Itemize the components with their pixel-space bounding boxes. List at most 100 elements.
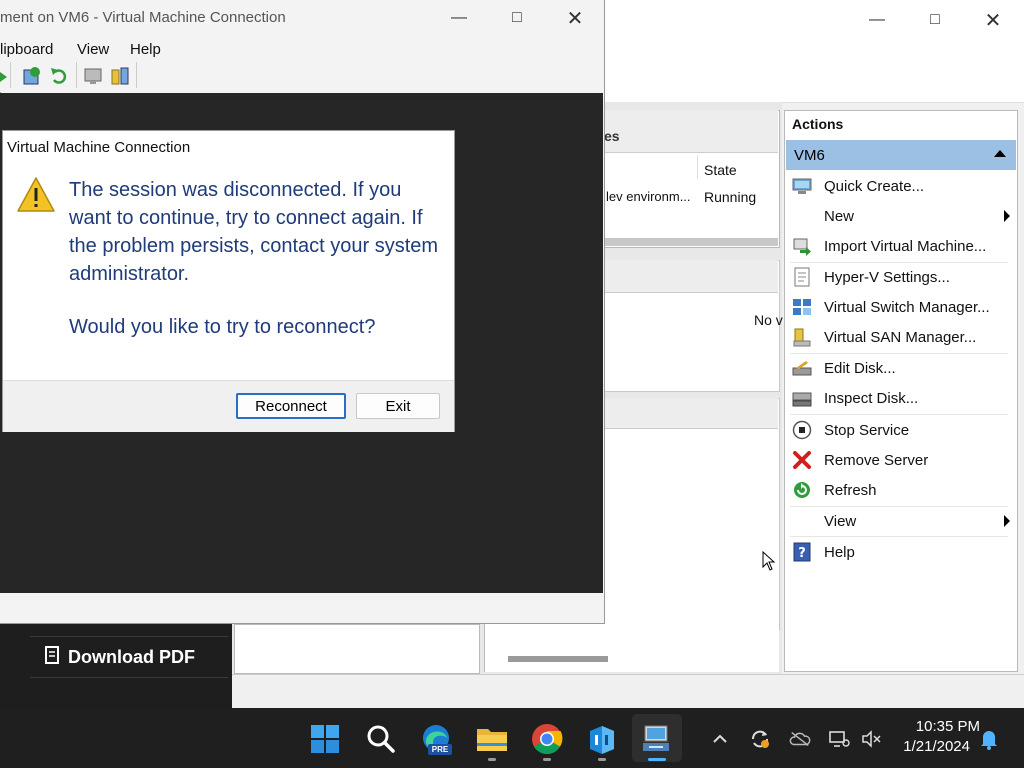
enhanced-session-icon[interactable] (84, 66, 104, 89)
sync-icon[interactable] (749, 728, 771, 750)
action-label: Hyper-V Settings... (824, 268, 950, 286)
blank-icon (792, 206, 812, 226)
share-icon[interactable] (110, 66, 130, 89)
warning-icon (16, 176, 56, 217)
vmc-maximize-button[interactable]: □ (494, 4, 540, 32)
action-label: Refresh (824, 481, 877, 499)
close-button[interactable]: ✕ (970, 6, 1016, 34)
running-indicator (543, 758, 551, 761)
clock-time[interactable]: 10:35 PM (880, 718, 980, 735)
vmc-minimize-button[interactable]: — (436, 4, 482, 32)
actions-title: Actions (792, 116, 844, 132)
separator (790, 536, 1008, 537)
submenu-arrow-icon (1004, 210, 1010, 222)
action-label: Quick Create... (824, 177, 925, 195)
column-divider[interactable] (697, 155, 698, 179)
chrome-icon[interactable] (530, 722, 564, 756)
vm-list-scrollbar[interactable] (604, 238, 778, 246)
action-edit-disk[interactable]: Edit Disk... (788, 354, 1008, 382)
svg-text:?: ? (798, 546, 806, 561)
chevron-up-icon[interactable] (709, 728, 731, 750)
dialog-question: Would you like to try to reconnect? (69, 316, 376, 338)
running-indicator (488, 758, 496, 761)
checkpoint-icon[interactable] (22, 66, 42, 89)
separator (790, 414, 1008, 415)
server-app-icon[interactable] (585, 722, 619, 756)
mouse-cursor-icon (762, 550, 776, 574)
toolbar-separator (76, 62, 77, 88)
menu-help[interactable]: Help (130, 41, 161, 58)
action-quick-create[interactable]: Quick Create... (788, 172, 1008, 200)
action-refresh[interactable]: Refresh (788, 476, 1008, 504)
action-label: View (824, 512, 857, 530)
file-explorer-icon[interactable] (475, 722, 509, 756)
action-inspect-disk[interactable]: Inspect Disk... (788, 384, 1008, 412)
reconnect-button[interactable]: Reconnect (236, 393, 346, 419)
action-label: Virtual Switch Manager... (824, 298, 990, 316)
actions-group-label: VM6 (794, 147, 825, 164)
column-header-state[interactable]: State (704, 162, 737, 178)
vmc-close-button[interactable]: ✕ (552, 4, 598, 32)
start-icon[interactable] (308, 722, 342, 756)
action-import-vm[interactable]: Import Virtual Machine... (788, 232, 1008, 260)
help-icon: ? (792, 542, 812, 562)
checkpoints-empty-text: No v (754, 312, 783, 328)
running-indicator (598, 758, 606, 761)
download-pdf-label: Download PDF (68, 646, 195, 667)
menu-view[interactable]: View (77, 41, 109, 58)
toolbar-separator (10, 62, 11, 88)
onedrive-icon[interactable] (789, 728, 811, 750)
action-remove-server[interactable]: Remove Server (788, 446, 1008, 474)
active-indicator (648, 758, 666, 761)
download-pdf-button[interactable]: Download PDF (30, 636, 228, 678)
switch-icon (792, 297, 812, 317)
action-label: Help (824, 543, 855, 561)
volume-muted-icon[interactable] (860, 728, 882, 750)
vm-list-header (604, 110, 778, 153)
clock-date[interactable]: 1/21/2024 (880, 738, 970, 755)
vm-row-state[interactable]: Running (704, 189, 756, 205)
status-bar (232, 674, 1024, 709)
start-arrow-icon[interactable] (0, 70, 8, 86)
refresh-icon (792, 480, 812, 500)
collapse-up-icon[interactable] (994, 150, 1006, 157)
import-vm-icon (792, 236, 812, 256)
dialog-message: The session was disconnected. If you wan… (69, 179, 439, 285)
details-body (484, 624, 779, 672)
search-icon[interactable] (364, 722, 398, 756)
vm-list-title: es (604, 128, 620, 144)
action-virtual-switch-manager[interactable]: Virtual Switch Manager... (788, 293, 1008, 321)
action-label: Import Virtual Machine... (824, 237, 987, 255)
maximize-button[interactable]: □ (912, 6, 958, 34)
horizontal-scrollbar[interactable] (508, 656, 608, 662)
toolbar-separator (136, 62, 137, 88)
details-header (604, 398, 778, 429)
preview-badge: PRE (428, 744, 452, 755)
menu-clipboard[interactable]: lipboard (0, 41, 53, 58)
blank-icon (792, 511, 812, 531)
revert-icon[interactable] (50, 66, 68, 89)
network-icon[interactable] (828, 728, 850, 750)
remove-x-icon (792, 450, 812, 470)
hyperv-icon[interactable] (640, 722, 674, 756)
action-help[interactable]: ? Help (788, 538, 1008, 566)
action-new[interactable]: New (788, 202, 1010, 230)
action-virtual-san-manager[interactable]: Virtual SAN Manager... (788, 323, 1008, 351)
exit-label: Exit (385, 397, 411, 415)
san-icon (792, 327, 812, 347)
minimize-button[interactable]: — (854, 6, 900, 34)
action-view[interactable]: View (788, 507, 1010, 535)
action-label: Edit Disk... (824, 359, 896, 377)
vm-connection-toolbar (0, 62, 604, 92)
action-label: Virtual SAN Manager... (824, 328, 977, 346)
dialog-title: Virtual Machine Connection (7, 139, 191, 156)
edit-disk-icon (792, 358, 812, 378)
navigation-tree (234, 624, 480, 674)
action-hyperv-settings[interactable]: Hyper-V Settings... (788, 263, 1008, 291)
quick-create-icon (792, 176, 812, 196)
action-stop-service[interactable]: Stop Service (788, 416, 1008, 444)
vm-row-name[interactable]: lev environm... (606, 189, 691, 204)
inspect-disk-icon (792, 388, 812, 408)
notification-bell-icon[interactable] (978, 728, 1000, 750)
exit-button[interactable]: Exit (356, 393, 440, 419)
